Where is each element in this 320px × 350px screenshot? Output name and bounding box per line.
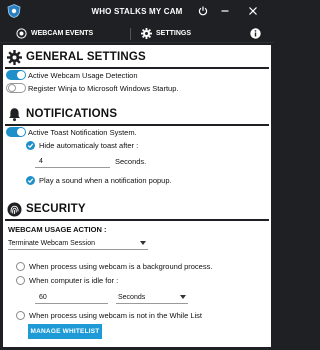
- tab-webcam-events[interactable]: WEBCAM EVENTS: [16, 24, 93, 43]
- select-value: Seconds: [118, 293, 146, 301]
- minimize-button[interactable]: [219, 5, 231, 17]
- checkbox-label: Play a sound when a notification popup.: [39, 176, 172, 185]
- tab-bar: WEBCAM EVENTS SETTINGS: [0, 24, 274, 43]
- idle-unit-select[interactable]: Seconds: [116, 291, 188, 304]
- radio-label: When process using webcam is a backgroun…: [29, 262, 213, 271]
- tab-label: SETTINGS: [156, 30, 192, 37]
- idle-seconds-input[interactable]: 60: [35, 291, 108, 304]
- section-title: GENERAL SETTINGS: [26, 51, 146, 63]
- tab-settings[interactable]: SETTINGS: [141, 24, 191, 43]
- toast-toggle-row[interactable]: Active Toast Notification System.: [6, 127, 137, 137]
- camera-icon: [16, 28, 27, 39]
- tab-label: WEBCAM EVENTS: [31, 30, 94, 37]
- radio-label: When computer is idle for :: [29, 276, 119, 285]
- app-window: WHO STALKS MY CAM WEBCAM EVENTS SETTINGS…: [0, 0, 274, 350]
- app-title: WHO STALKS MY CAM: [91, 7, 183, 16]
- info-icon[interactable]: [250, 28, 261, 39]
- gear-icon: [141, 28, 152, 39]
- sound-checkbox-row[interactable]: Play a sound when a notification popup.: [26, 176, 172, 185]
- close-button[interactable]: [247, 5, 259, 17]
- tab-separator: [130, 28, 131, 40]
- security-header: SECURITY: [7, 200, 86, 218]
- webcam-detection-toggle-row[interactable]: Active Webcam Usage Detection: [6, 70, 138, 80]
- startup-toggle[interactable]: [6, 83, 26, 93]
- background-process-radio-row[interactable]: When process using webcam is a backgroun…: [16, 262, 212, 271]
- minimize-icon: [221, 10, 229, 12]
- radio-label: When process using webcam is not in the …: [29, 311, 202, 320]
- general-settings-header: GENERAL SETTINGS: [7, 48, 146, 66]
- power-icon: [198, 6, 208, 16]
- section-divider: [5, 219, 269, 221]
- section-divider: [5, 67, 269, 69]
- seconds-label: Seconds.: [115, 157, 147, 166]
- settings-panel: GENERAL SETTINGS Active Webcam Usage Det…: [3, 45, 271, 347]
- checkmark-icon: [27, 143, 34, 149]
- usage-action-select[interactable]: Terminate Webcam Session: [8, 237, 148, 250]
- bell-icon: [9, 107, 20, 121]
- title-bar: WHO STALKS MY CAM: [0, 0, 274, 24]
- toggle-label: Active Toast Notification System.: [28, 127, 137, 137]
- webcam-detection-toggle[interactable]: [6, 70, 26, 80]
- chevron-down-icon: [180, 295, 186, 299]
- toggle-label: Active Webcam Usage Detection: [28, 70, 138, 80]
- section-title: NOTIFICATIONS: [26, 108, 118, 120]
- close-icon: [249, 7, 257, 15]
- hide-toast-checkbox-row[interactable]: Hide automaticaly toast after :: [26, 141, 138, 150]
- idle-radio-row[interactable]: When computer is idle for :: [16, 276, 118, 285]
- toast-toggle[interactable]: [6, 127, 26, 137]
- gear-icon: [7, 49, 22, 65]
- background-process-radio[interactable]: [16, 262, 25, 271]
- whitelist-radio[interactable]: [16, 311, 25, 320]
- usage-action-label: WEBCAM USAGE ACTION :: [8, 225, 107, 234]
- manage-whitelist-button[interactable]: MANAGE WHITELIST: [28, 324, 102, 339]
- checkmark-icon: [27, 178, 34, 184]
- startup-toggle-row[interactable]: Register Winja to Microsoft Windows Star…: [6, 83, 178, 93]
- power-button[interactable]: [197, 5, 209, 17]
- notifications-header: NOTIFICATIONS: [7, 105, 117, 123]
- section-title: SECURITY: [26, 203, 86, 215]
- hide-toast-checkbox[interactable]: [26, 141, 35, 150]
- idle-radio[interactable]: [16, 276, 25, 285]
- chevron-down-icon: [140, 241, 146, 245]
- fingerprint-icon: [7, 202, 22, 216]
- whitelist-radio-row[interactable]: When process using webcam is not in the …: [16, 311, 202, 320]
- select-value: Terminate Webcam Session: [8, 239, 96, 247]
- section-divider: [5, 124, 269, 126]
- sound-checkbox[interactable]: [26, 176, 35, 185]
- toast-seconds-input[interactable]: 4: [35, 155, 110, 168]
- checkbox-label: Hide automaticaly toast after :: [39, 141, 139, 150]
- toggle-label: Register Winja to Microsoft Windows Star…: [28, 83, 179, 93]
